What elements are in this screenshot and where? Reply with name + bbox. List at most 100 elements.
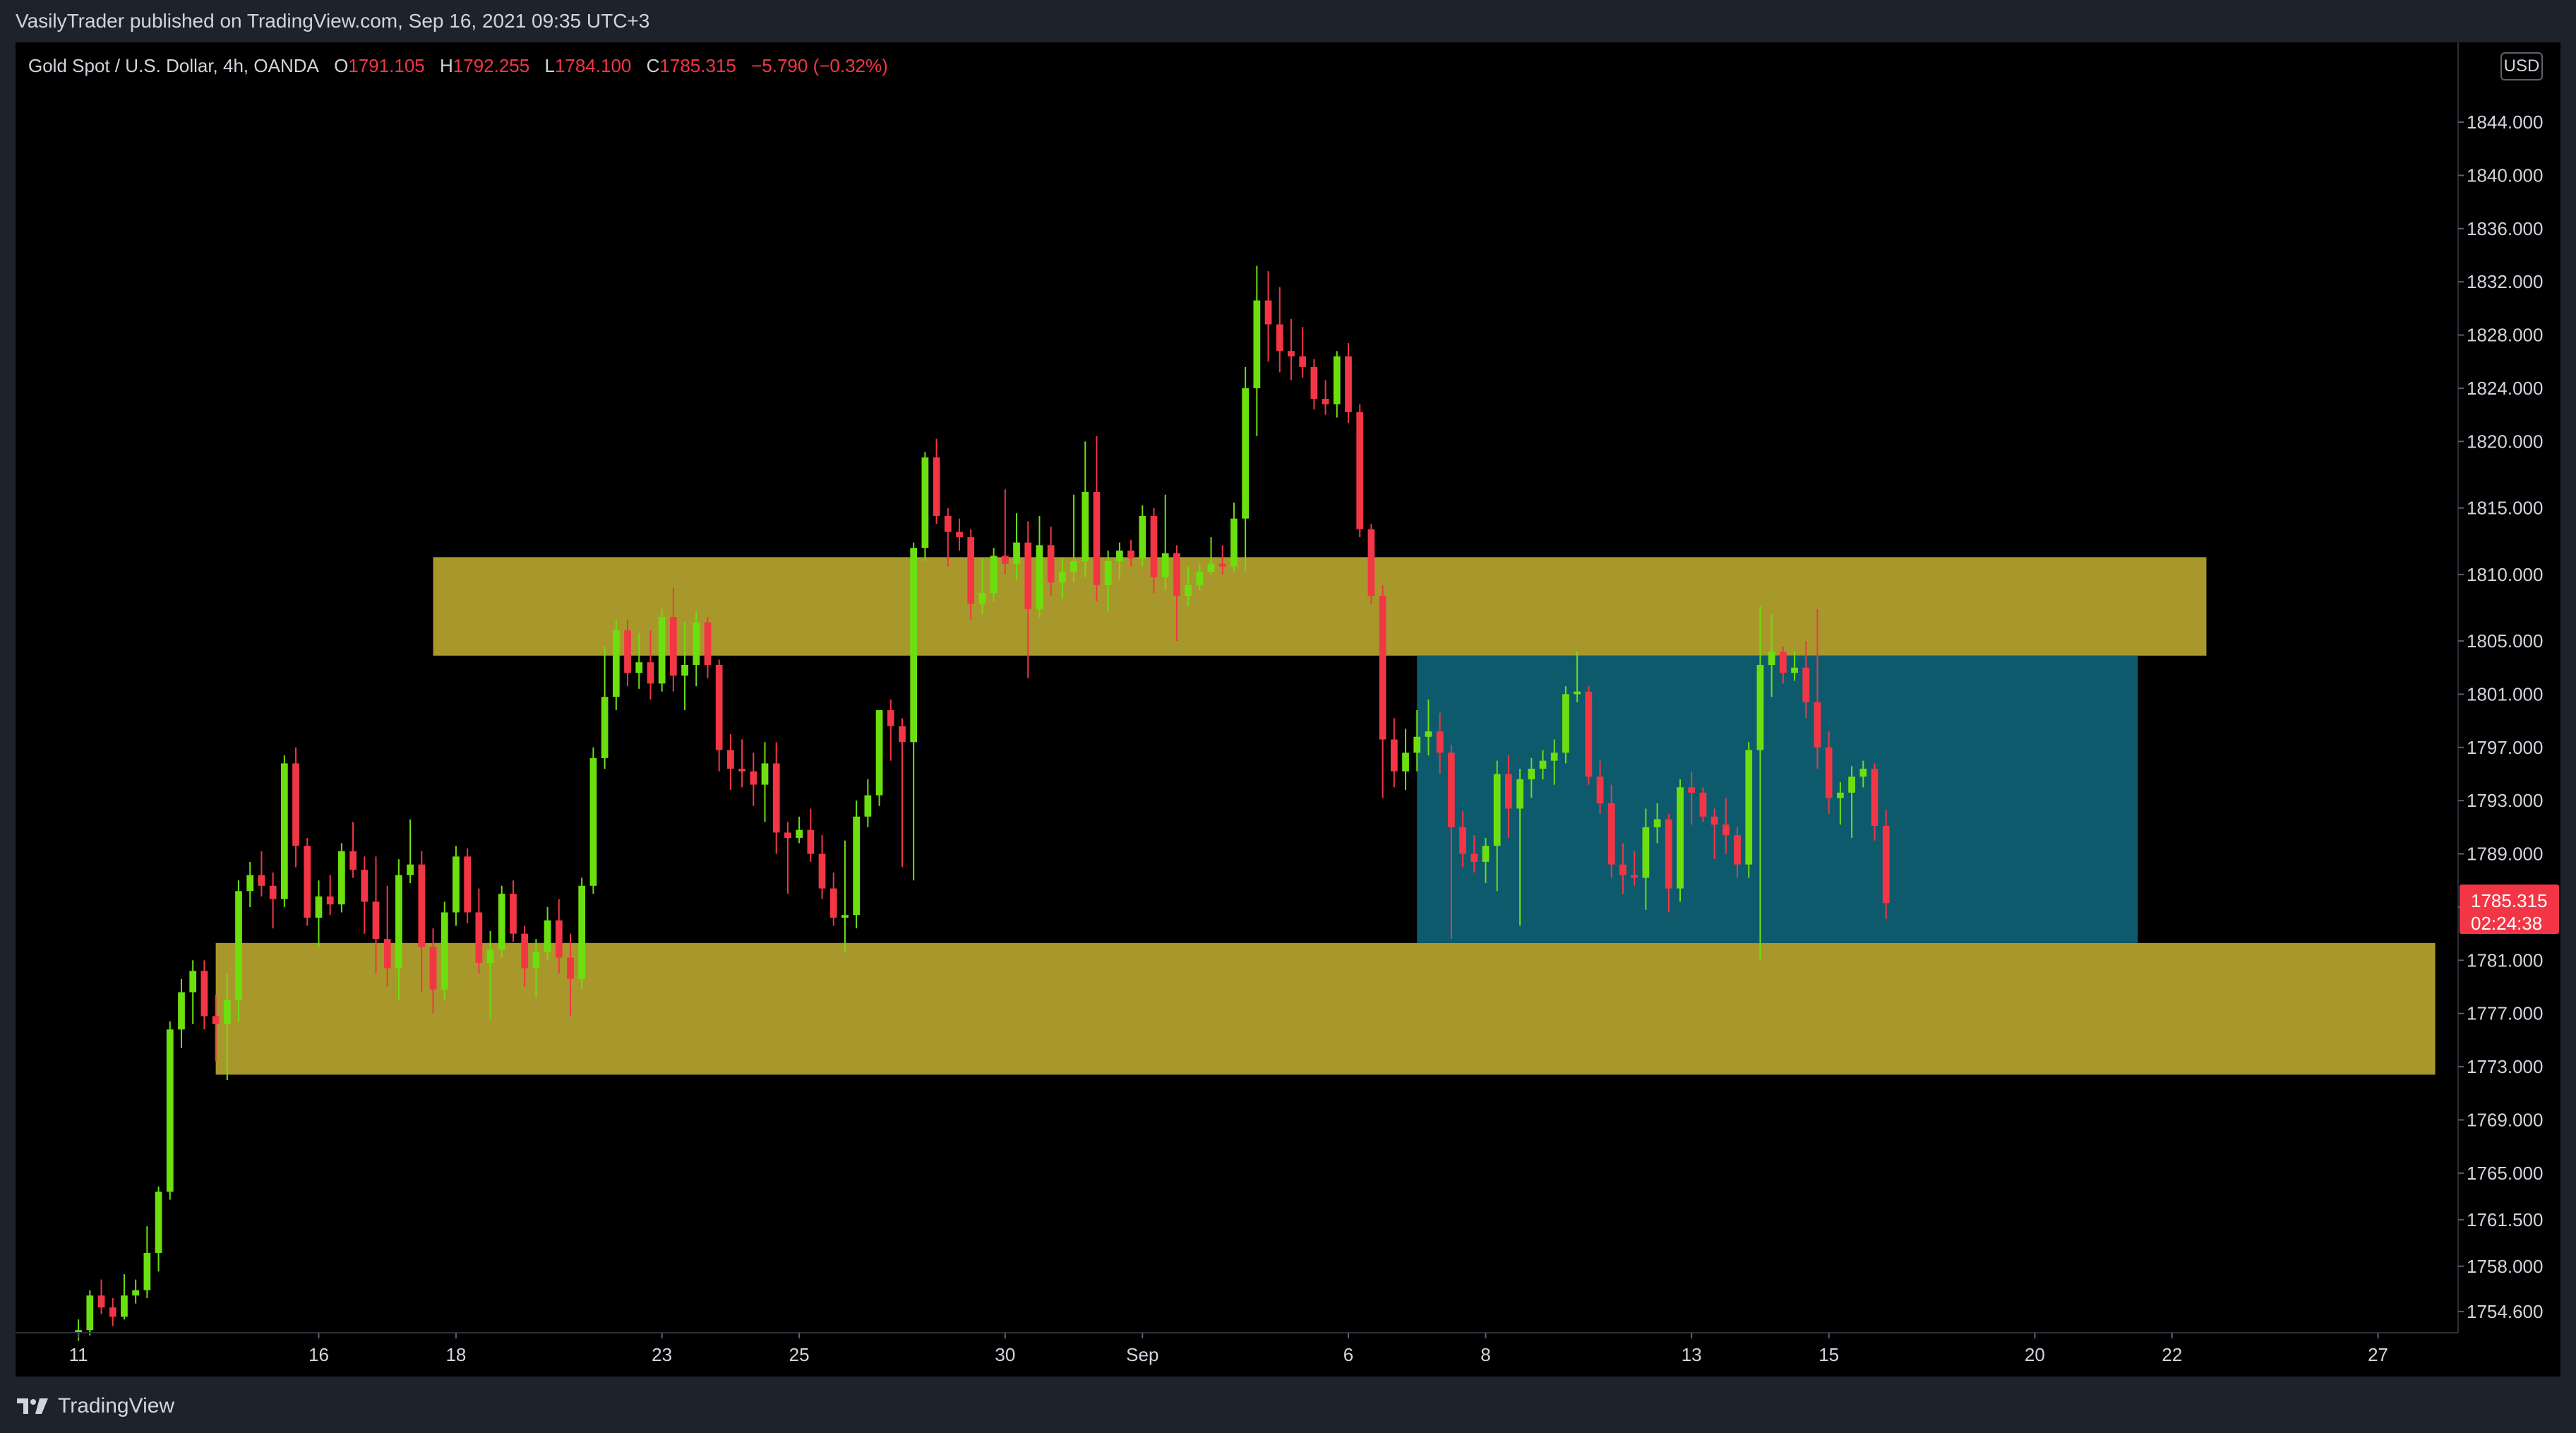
tradingview-brand[interactable]: TradingView (16, 1394, 174, 1418)
candle-up (1058, 572, 1066, 583)
y-tick-label: 1836.000 (2467, 218, 2543, 239)
candle-up (978, 593, 986, 604)
candle-down (1470, 853, 1478, 862)
ohlc-high: H1792.255 (440, 55, 529, 76)
candle-down (1436, 731, 1444, 753)
x-tick-label: Sep (1126, 1344, 1158, 1365)
candle-down (956, 532, 963, 538)
candle-down (1150, 515, 1158, 577)
candle-down (1596, 777, 1604, 803)
high-value: 1792.255 (453, 55, 530, 76)
candle-down (669, 617, 677, 676)
candle-up (589, 757, 597, 886)
candle-up (1082, 491, 1089, 561)
candle-down (727, 750, 734, 769)
candle-down (647, 662, 654, 684)
candle-down (1379, 595, 1386, 740)
candle-down (212, 1016, 220, 1024)
candle-down (258, 875, 265, 886)
close-value: 1785.315 (659, 55, 736, 76)
candle-up (875, 710, 883, 796)
candle-down (772, 763, 780, 833)
candle-up (155, 1192, 162, 1253)
candle-up (1528, 768, 1535, 780)
x-tick-label: 11 (69, 1344, 88, 1365)
candle-up (1070, 560, 1077, 572)
candle-up (1402, 753, 1409, 772)
candle-down (464, 856, 472, 913)
candle-down (1310, 366, 1318, 400)
candle-up (1413, 736, 1421, 753)
candle-down (292, 763, 299, 846)
ohlc-low: L1784.100 (544, 55, 631, 76)
candle-down (829, 888, 837, 918)
candle-up (544, 920, 551, 953)
candle-up (681, 664, 688, 676)
support-zone (215, 942, 2436, 1075)
candle-up (1333, 356, 1341, 404)
publisher-bar: VasilyTrader published on TradingView.co… (0, 0, 2576, 42)
candle-down (1607, 803, 1615, 865)
candle-down (1047, 545, 1055, 583)
x-tick-label: 13 (1682, 1344, 1702, 1365)
candle-down (1699, 792, 1707, 817)
y-tick-label: 1820.000 (2467, 431, 2543, 452)
candlestick-chart[interactable]: 1844.000 1840.000 1836.000 1832.000 1828.000… (16, 42, 2560, 1377)
candle-down (1631, 875, 1639, 878)
candle-down (1356, 412, 1364, 529)
candle-up (1207, 563, 1215, 572)
x-tick-label: 6 (1343, 1344, 1353, 1365)
candle-down (521, 933, 529, 969)
candle-down (304, 846, 311, 918)
candle-up (86, 1295, 94, 1331)
candle-up (1539, 760, 1547, 769)
candle-up (315, 896, 323, 918)
candle-down (1001, 556, 1009, 564)
y-tick-label: 1761.500 (2467, 1209, 2543, 1230)
y-tick-label: 1805.000 (2467, 630, 2543, 652)
high-label: H (440, 55, 453, 76)
candle-up (1425, 731, 1432, 737)
candle-up (853, 816, 861, 916)
y-tick-label: 1789.000 (2467, 844, 2543, 865)
candle-down (510, 894, 517, 934)
candle-up (166, 1029, 174, 1192)
price-change: −5.790 (−0.32%) (751, 55, 888, 76)
y-tick-label: 1801.000 (2467, 683, 2543, 704)
y-tick-label: 1765.000 (2467, 1163, 2543, 1184)
candle-down (372, 901, 380, 940)
x-tick-label: 27 (2368, 1344, 2388, 1365)
y-tick-label: 1815.000 (2467, 498, 2543, 519)
candle-up (601, 697, 609, 758)
chart-background (16, 42, 2560, 1377)
candle-up (1185, 584, 1192, 596)
candle-down (1722, 825, 1730, 836)
candle-up (486, 949, 494, 964)
candle-up (1253, 300, 1261, 388)
candle-up (635, 662, 643, 673)
candle-up (990, 556, 998, 594)
y-tick-label: 1832.000 (2467, 271, 2543, 292)
candle-down (1390, 739, 1398, 772)
candle-up (1642, 827, 1650, 878)
x-tick-label: 23 (652, 1344, 672, 1365)
x-tick-label: 18 (445, 1344, 466, 1365)
candle-up (498, 894, 505, 950)
currency-selector[interactable]: USD (2500, 52, 2543, 80)
candle-up (1745, 750, 1753, 865)
candle-down (418, 864, 426, 947)
candle-up (246, 875, 254, 892)
candle-up (453, 856, 460, 913)
candle-down (738, 768, 745, 772)
candle-up (1196, 572, 1204, 585)
tradingview-logo-icon (17, 1398, 48, 1414)
chart-area[interactable]: 1844.000 1840.000 1836.000 1832.000 1828.000… (16, 42, 2560, 1377)
candle-down (807, 829, 815, 854)
candle-up (578, 885, 586, 979)
candle-down (567, 957, 574, 979)
candle-down (1882, 825, 1890, 904)
candle-down (1871, 768, 1879, 826)
candle-down (429, 947, 437, 990)
candle-down (750, 771, 757, 785)
candle-up (693, 622, 700, 665)
